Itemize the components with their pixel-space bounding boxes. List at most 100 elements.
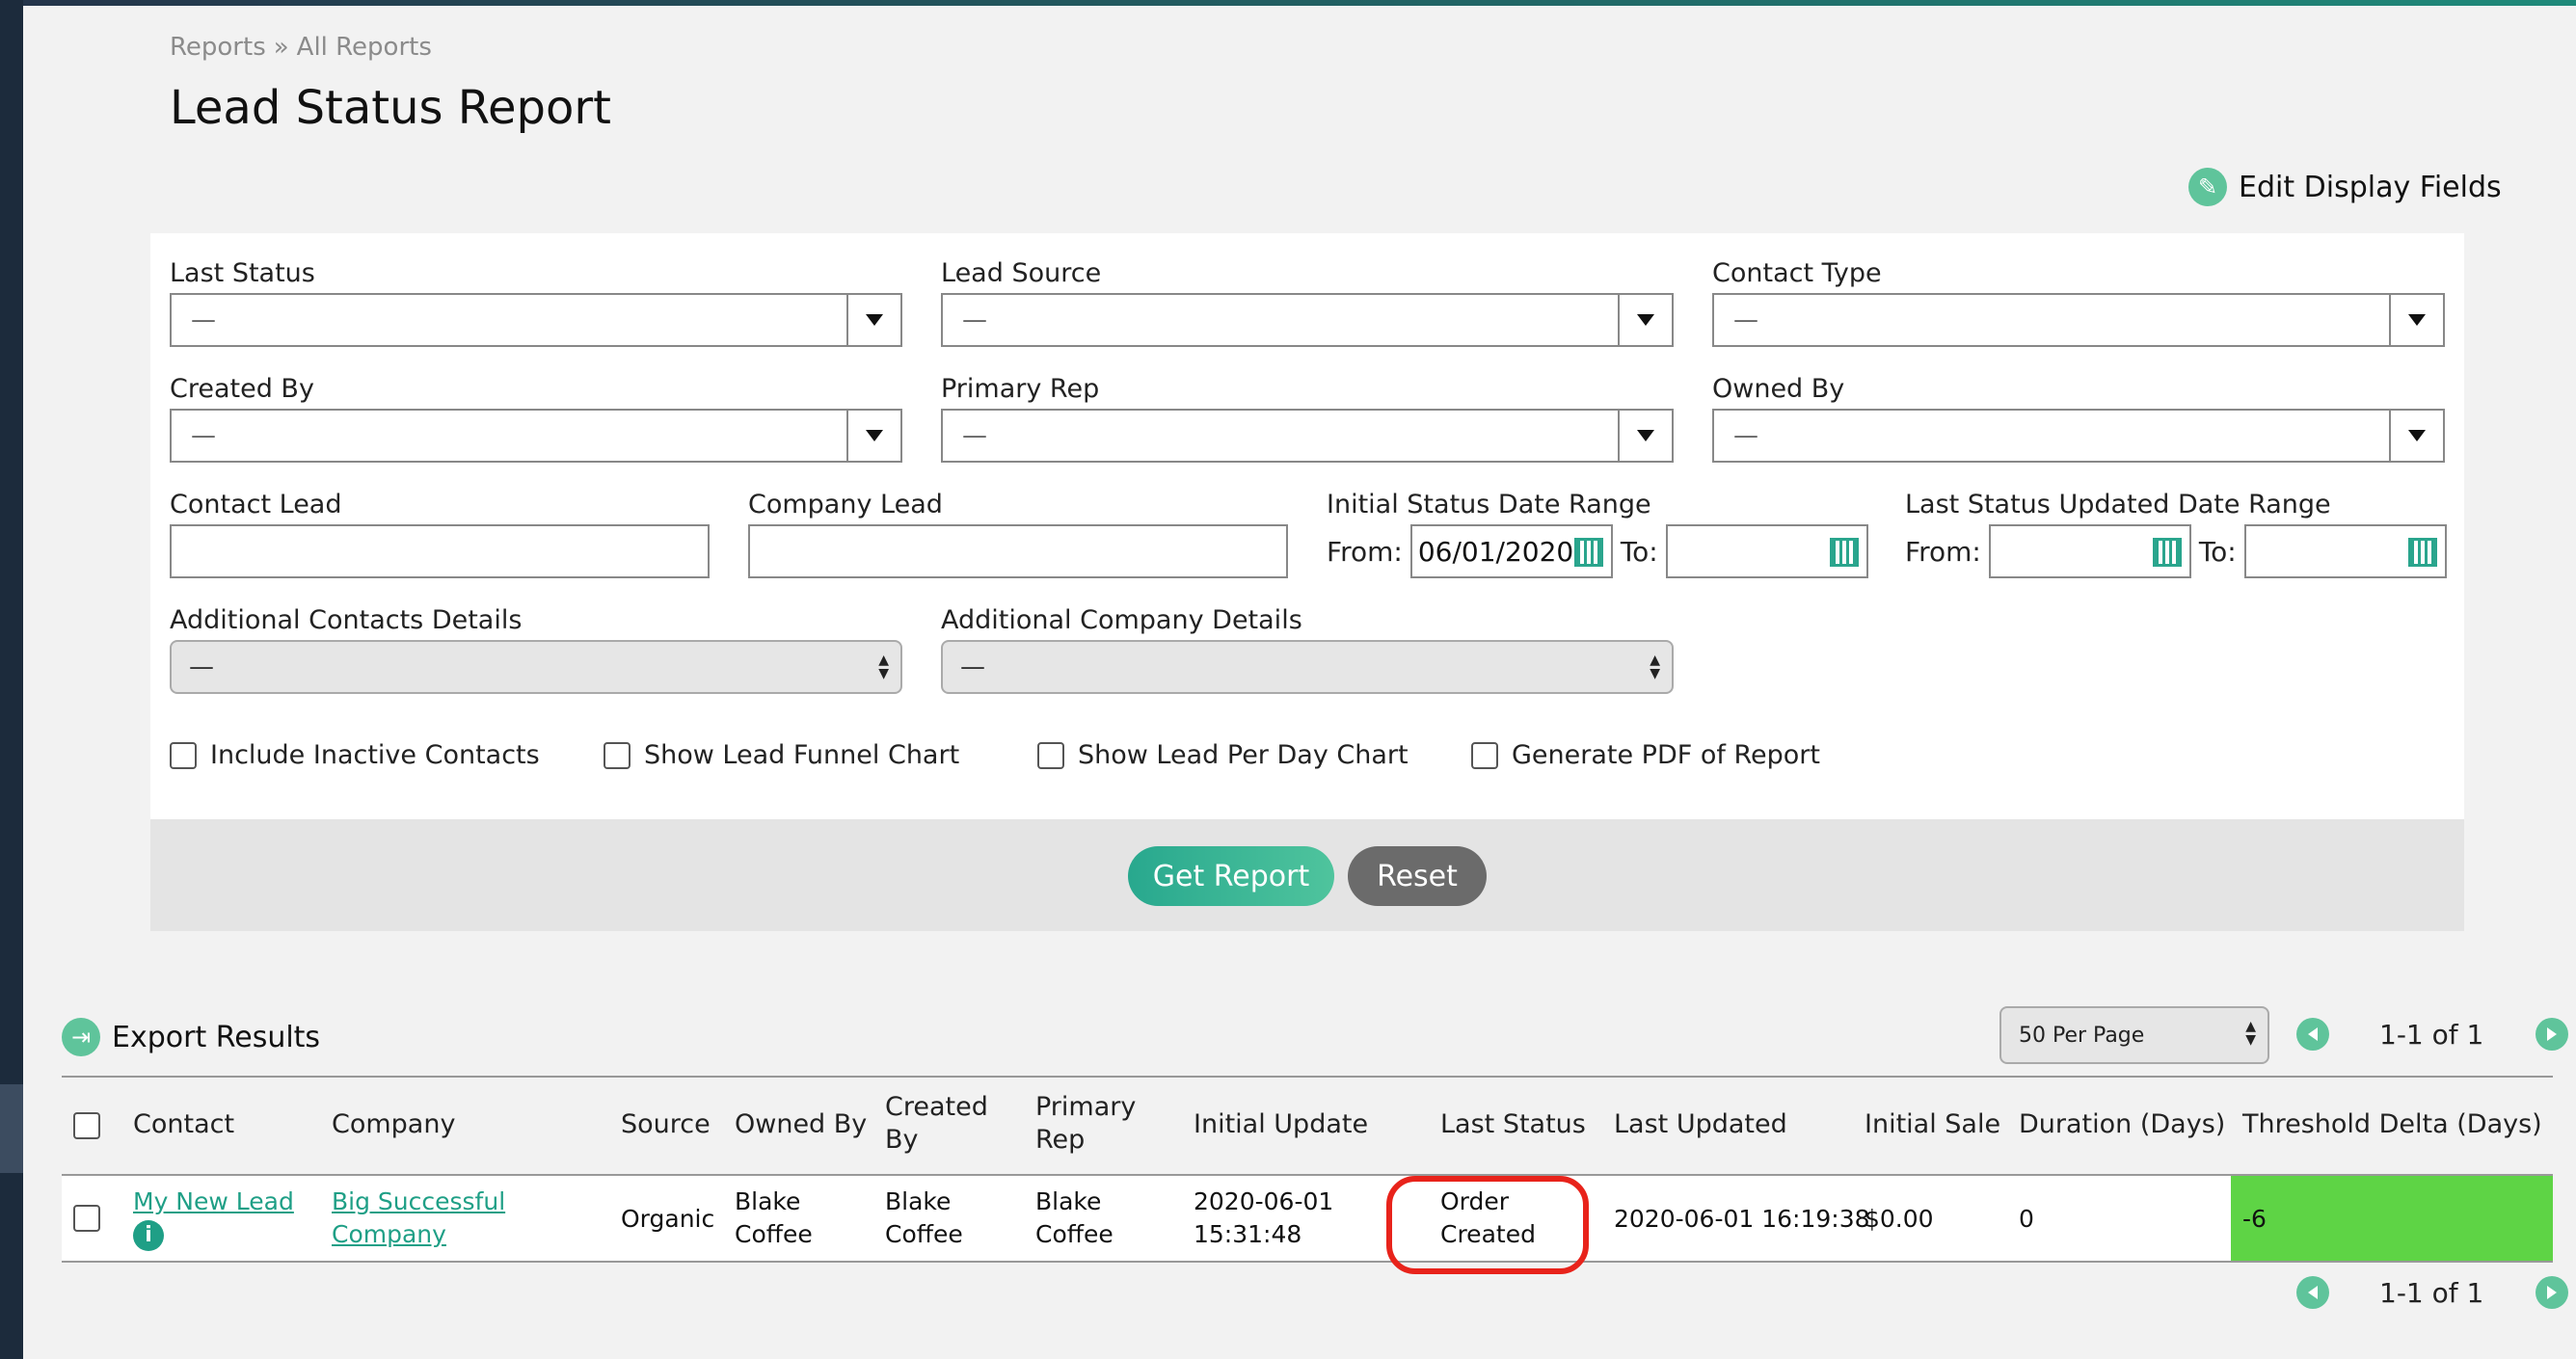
page-title: Lead Status Report bbox=[170, 81, 611, 135]
col-primary-rep-line1: Primary bbox=[1035, 1092, 1137, 1122]
breadcrumb-separator: » bbox=[273, 33, 289, 62]
col-company[interactable]: Company bbox=[332, 1108, 455, 1141]
company-lead-label: Company Lead bbox=[748, 490, 943, 520]
calendar-icon[interactable] bbox=[1573, 538, 1603, 567]
get-report-button[interactable]: Get Report bbox=[1128, 846, 1334, 906]
col-primary-rep-line2: Rep bbox=[1035, 1125, 1086, 1155]
contact-lead-input[interactable] bbox=[170, 524, 710, 578]
last-status-value: — bbox=[191, 306, 216, 334]
col-source[interactable]: Source bbox=[621, 1108, 711, 1141]
owned-by-select[interactable]: — bbox=[1712, 409, 2445, 463]
select-all-checkbox[interactable] bbox=[73, 1112, 100, 1139]
next-page-icon[interactable] bbox=[2536, 1018, 2569, 1051]
primary-rep-line2: Coffee bbox=[1035, 1220, 1114, 1248]
prev-page-icon[interactable] bbox=[2296, 1018, 2329, 1051]
last-updated-cell: 2020-06-01 16:19:38 bbox=[1614, 1205, 1870, 1233]
lead-source-select[interactable]: — bbox=[941, 293, 1674, 347]
created-by-select[interactable]: — bbox=[170, 409, 902, 463]
col-created-by[interactable]: Created By bbox=[885, 1091, 988, 1157]
contact-type-select[interactable]: — bbox=[1712, 293, 2445, 347]
initial-update-cell: 2020-06-01 15:31:48 bbox=[1194, 1186, 1333, 1251]
additional-contacts-details-select[interactable]: — ▲ ▼ bbox=[170, 640, 902, 694]
breadcrumb-all-reports[interactable]: All Reports bbox=[297, 33, 432, 62]
last-from-label: From: bbox=[1905, 535, 1981, 568]
updown-arrows-icon: ▲ ▼ bbox=[1650, 653, 1660, 681]
last-from-date-input[interactable] bbox=[1988, 524, 2191, 578]
last-status-select[interactable]: — bbox=[170, 293, 902, 347]
lead-source-value: — bbox=[962, 306, 987, 334]
highlight-annotation-ring bbox=[1386, 1176, 1589, 1274]
last-status-updated-date-range-label: Last Status Updated Date Range bbox=[1905, 490, 2331, 520]
company-link-line1: Big Successful bbox=[332, 1187, 506, 1215]
checkbox-box[interactable] bbox=[1471, 741, 1498, 769]
last-status-label: Last Status bbox=[170, 258, 315, 288]
pagination-text: 1-1 of 1 bbox=[2379, 1018, 2484, 1051]
edit-display-fields-link[interactable]: ✎ Edit Display Fields bbox=[2188, 168, 2502, 206]
prev-page-icon[interactable] bbox=[2296, 1276, 2329, 1309]
updown-arrows-icon: ▲ ▼ bbox=[2245, 1019, 2256, 1048]
next-page-icon[interactable] bbox=[2536, 1276, 2569, 1309]
updown-arrows-icon: ▲ ▼ bbox=[878, 653, 889, 681]
include-inactive-contacts-checkbox[interactable]: Include Inactive Contacts bbox=[170, 740, 540, 770]
per-page-select[interactable]: 50 Per Page ▲ ▼ bbox=[1999, 1006, 2269, 1064]
col-last-updated[interactable]: Last Updated bbox=[1614, 1108, 1787, 1141]
pencil-icon: ✎ bbox=[2188, 168, 2227, 206]
per-page-value: 50 Per Page bbox=[2019, 1023, 2145, 1048]
breadcrumb-reports[interactable]: Reports bbox=[170, 33, 266, 62]
info-icon[interactable]: i bbox=[133, 1220, 164, 1251]
include-inactive-contacts-label: Include Inactive Contacts bbox=[210, 740, 540, 770]
col-duration[interactable]: Duration (Days) bbox=[2019, 1108, 2225, 1141]
col-contact[interactable]: Contact bbox=[133, 1108, 234, 1141]
checkbox-box[interactable] bbox=[170, 741, 197, 769]
primary-rep-cell: Blake Coffee bbox=[1035, 1186, 1114, 1251]
additional-company-details-select[interactable]: — ▲ ▼ bbox=[941, 640, 1674, 694]
calendar-icon[interactable] bbox=[2152, 538, 2182, 567]
col-primary-rep[interactable]: Primary Rep bbox=[1035, 1091, 1136, 1157]
initial-status-date-range-label: Initial Status Date Range bbox=[1327, 490, 1651, 520]
pagination-text: 1-1 of 1 bbox=[2379, 1276, 2484, 1309]
calendar-icon[interactable] bbox=[1829, 538, 1859, 567]
col-last-status[interactable]: Last Status bbox=[1440, 1108, 1586, 1141]
calendar-icon[interactable] bbox=[2407, 538, 2437, 567]
additional-contacts-details-value: — bbox=[189, 653, 214, 681]
initial-update-date: 2020-06-01 bbox=[1194, 1187, 1334, 1215]
reset-button[interactable]: Reset bbox=[1348, 846, 1487, 906]
primary-rep-select[interactable]: — bbox=[941, 409, 1674, 463]
table-row: My New Lead i Big Successful Company Orga… bbox=[62, 1174, 2553, 1263]
company-lead-input[interactable] bbox=[748, 524, 1288, 578]
export-icon: ⇥ bbox=[62, 1018, 100, 1056]
col-initial-update[interactable]: Initial Update bbox=[1194, 1108, 1368, 1141]
owned-by-label: Owned By bbox=[1712, 374, 1845, 404]
row-select-checkbox[interactable] bbox=[73, 1205, 100, 1232]
last-to-date-input[interactable] bbox=[2243, 524, 2447, 578]
breadcrumb: Reports» All Reports bbox=[170, 33, 432, 62]
show-lead-funnel-chart-checkbox[interactable]: Show Lead Funnel Chart bbox=[604, 740, 959, 770]
col-created-by-line1: Created bbox=[885, 1092, 988, 1122]
col-initial-sale[interactable]: Initial Sale bbox=[1865, 1108, 2000, 1141]
pagination-top: 1-1 of 1 bbox=[2296, 1018, 2569, 1051]
contact-link[interactable]: My New Lead bbox=[133, 1187, 294, 1215]
initial-sale-cell: $0.00 bbox=[1865, 1205, 1934, 1233]
table-header: Contact Company Source Owned By Created B… bbox=[62, 1076, 2553, 1174]
lead-source-label: Lead Source bbox=[941, 258, 1102, 288]
initial-from-date-input[interactable]: 06/01/2020 bbox=[1409, 524, 1613, 578]
created-by-line1: Blake bbox=[885, 1187, 952, 1215]
export-results-link[interactable]: ⇥ Export Results bbox=[62, 1018, 320, 1056]
company-link[interactable]: Big Successful Company bbox=[332, 1186, 505, 1251]
created-by-value: — bbox=[191, 421, 216, 450]
chevron-down-icon bbox=[1618, 411, 1672, 461]
chevron-down-icon bbox=[1618, 295, 1672, 345]
generate-pdf-checkbox[interactable]: Generate PDF of Report bbox=[1471, 740, 1820, 770]
col-owned-by[interactable]: Owned By bbox=[735, 1108, 867, 1141]
last-status-updated-date-range: From: To: bbox=[1905, 524, 2447, 578]
checkbox-box[interactable] bbox=[1037, 741, 1064, 769]
initial-to-date-input[interactable] bbox=[1665, 524, 1868, 578]
edit-display-fields-label: Edit Display Fields bbox=[2239, 170, 2502, 204]
source-cell: Organic bbox=[621, 1205, 715, 1233]
col-created-by-line2: By bbox=[885, 1125, 919, 1155]
col-threshold-delta[interactable]: Threshold Delta (Days) bbox=[2242, 1108, 2542, 1141]
left-nav-rail[interactable] bbox=[0, 0, 23, 1359]
show-lead-per-day-chart-checkbox[interactable]: Show Lead Per Day Chart bbox=[1037, 740, 1409, 770]
left-nav-selected bbox=[0, 1084, 23, 1173]
checkbox-box[interactable] bbox=[604, 741, 631, 769]
